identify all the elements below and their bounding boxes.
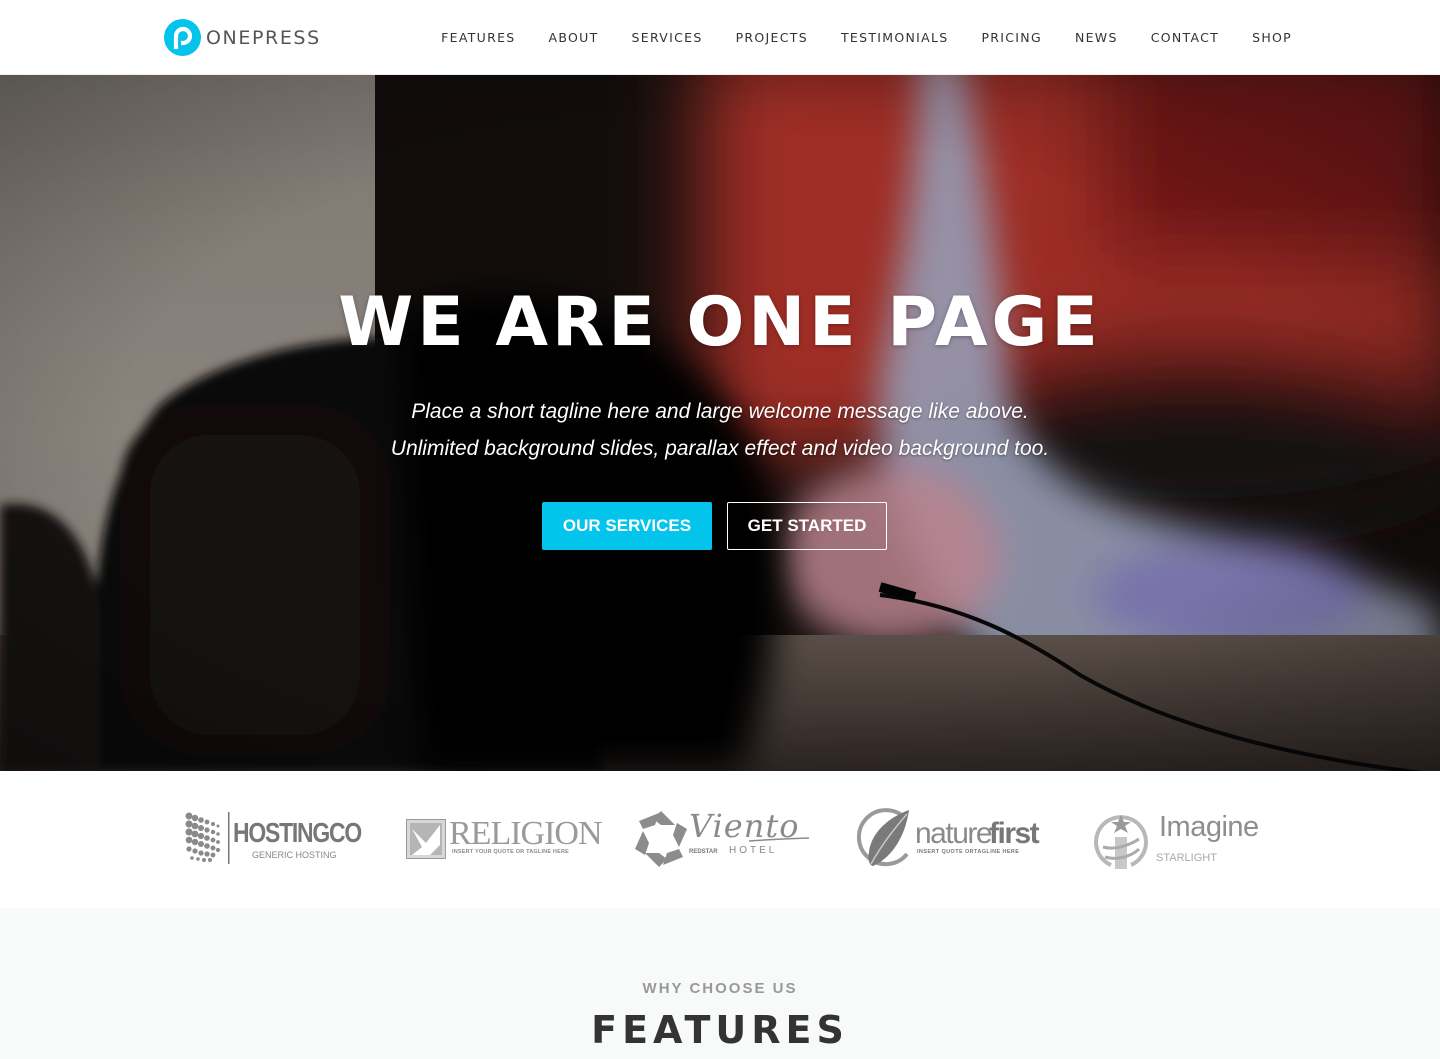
- features-section: WHY CHOOSE US FEATURES: [0, 908, 1440, 1059]
- onepress-p-icon: [164, 19, 201, 56]
- client-logo-religion[interactable]: RELIGION INSERT YOUR QUOTE OR TAGLINE HE…: [406, 807, 603, 871]
- nav-item-about[interactable]: ABOUT: [549, 30, 599, 45]
- nav-item-contact[interactable]: CONTACT: [1151, 30, 1219, 45]
- client-name-part-a: nature: [915, 817, 993, 850]
- client-name: Imagine: [1159, 811, 1259, 843]
- get-started-button[interactable]: GET STARTED: [727, 502, 887, 550]
- nav-item-features[interactable]: FEATURES: [441, 30, 515, 45]
- client-sub-left: REDSTAR: [689, 849, 718, 855]
- starlight-emblem-icon: [1094, 815, 1148, 869]
- client-tagline: STARLIGHT: [1156, 852, 1217, 864]
- leaf-icon: [857, 808, 909, 867]
- our-services-button[interactable]: OUR SERVICES: [542, 502, 712, 550]
- client-name: HOSTINGCO: [233, 817, 362, 848]
- hero-tagline-line-1: Place a short tagline here and large wel…: [411, 400, 1029, 423]
- logo-text: ONEPRESS: [206, 26, 321, 49]
- hero-content: WE ARE ONE PAGE Place a short tagline he…: [0, 75, 1440, 771]
- nav-item-services[interactable]: SERVICES: [632, 30, 703, 45]
- site-logo[interactable]: ONEPRESS: [164, 19, 321, 56]
- nav-item-testimonials[interactable]: TESTIMONIALS: [841, 30, 949, 45]
- hero-section: WE ARE ONE PAGE Place a short tagline he…: [0, 75, 1440, 771]
- site-header: ONEPRESS FEATURES ABOUT SERVICES PROJECT…: [0, 0, 1440, 75]
- client-logo-viento[interactable]: Viento REDSTAR HOTEL: [631, 807, 811, 871]
- client-logo-hostingco[interactable]: HOSTINGCO GENERIC HOSTING: [184, 807, 362, 871]
- nav-item-shop[interactable]: SHOP: [1252, 30, 1292, 45]
- hero-title: WE ARE ONE PAGE: [338, 283, 1102, 362]
- client-tagline: INSERT QUOTE ORTAGLINE HERE: [917, 849, 1020, 855]
- client-tagline: GENERIC HOSTING: [252, 850, 337, 860]
- client-logo-naturefirst[interactable]: nature first INSERT QUOTE ORTAGLINE HERE: [857, 807, 1040, 871]
- nav-item-projects[interactable]: PROJECTS: [736, 30, 808, 45]
- nav-item-pricing[interactable]: PRICING: [981, 30, 1041, 45]
- client-name: RELIGION: [449, 815, 603, 852]
- features-subtitle: WHY CHOOSE US: [642, 980, 798, 997]
- client-tagline: INSERT YOUR QUOTE OR TAGLINE HERE: [452, 849, 570, 855]
- viento-underline-swash: [749, 837, 809, 842]
- client-logo-imagine[interactable]: Imagine STARLIGHT: [1093, 807, 1263, 871]
- client-name-part-b: first: [989, 817, 1040, 850]
- hero-tagline-line-2: Unlimited background slides, parallax ef…: [390, 437, 1050, 460]
- main-nav: FEATURES ABOUT SERVICES PROJECTS TESTIMO…: [408, 0, 1292, 75]
- client-sub-right: HOTEL: [729, 845, 778, 856]
- redstar-emblem-icon: [635, 811, 687, 867]
- nav-item-news[interactable]: NEWS: [1075, 30, 1118, 45]
- dove-icon: [406, 819, 446, 859]
- features-title: FEATURES: [591, 1008, 849, 1052]
- hero-tagline: Place a short tagline here and large wel…: [0, 393, 1440, 467]
- clients-section: HOSTINGCO GENERIC HOSTING RELIGION INSER…: [0, 771, 1440, 908]
